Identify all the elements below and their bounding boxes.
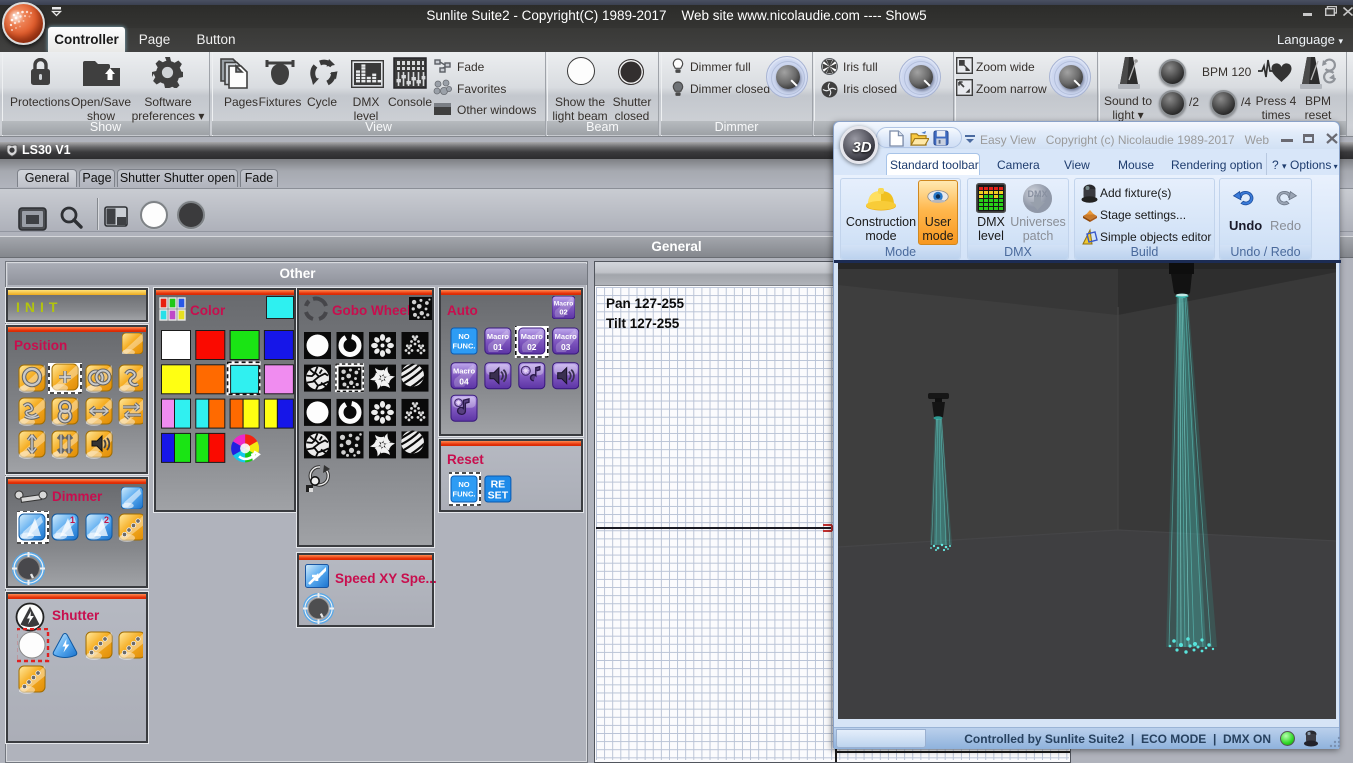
svg-text:03: 03 (561, 342, 571, 352)
svg-text:1: 1 (70, 515, 75, 525)
svg-text:Macro: Macro (487, 332, 510, 341)
svg-text:02: 02 (559, 308, 567, 317)
svg-text:2: 2 (104, 515, 109, 525)
svg-text:02: 02 (527, 342, 537, 352)
svg-text:01: 01 (493, 342, 503, 352)
svg-text:SET: SET (488, 490, 509, 502)
svg-text:DMX: DMX (1028, 189, 1048, 199)
svg-text:Macro: Macro (554, 301, 574, 308)
svg-text:04: 04 (459, 377, 469, 387)
svg-text:Macro: Macro (521, 332, 544, 341)
svg-text:Macro: Macro (555, 332, 578, 341)
svg-text:Macro: Macro (453, 367, 476, 376)
